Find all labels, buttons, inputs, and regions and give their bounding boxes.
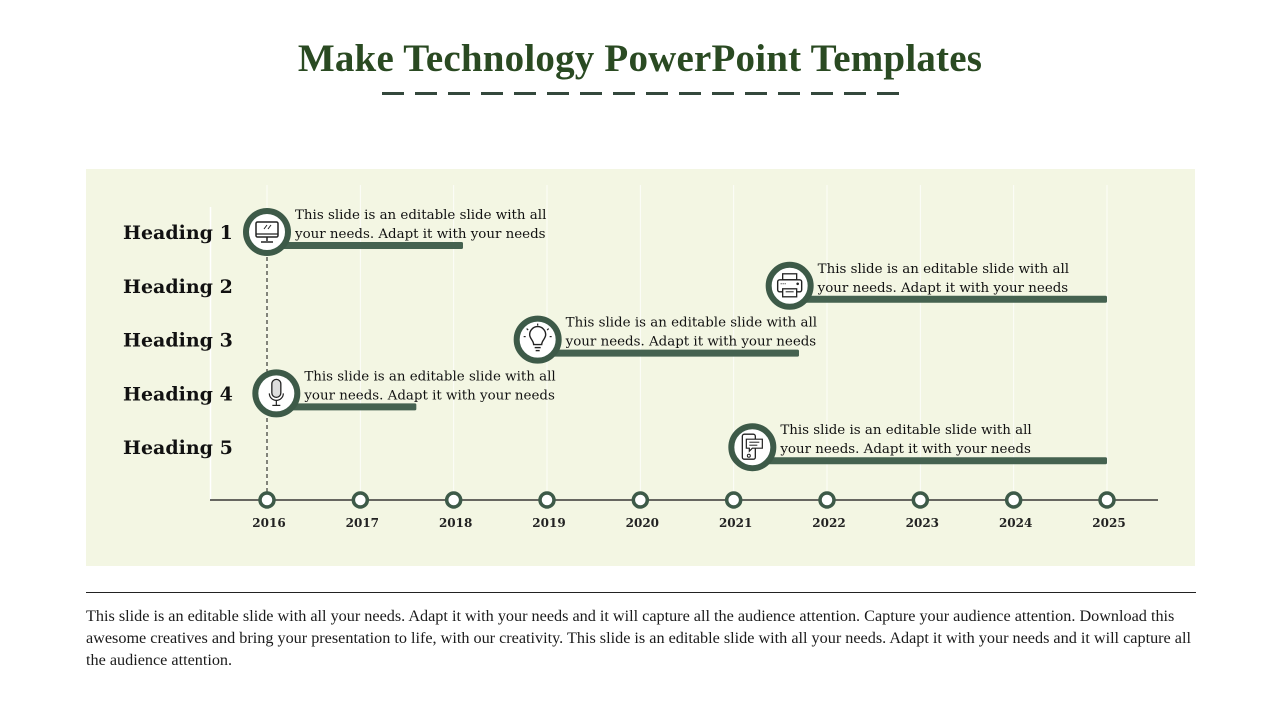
- year-label-2017: 2017: [346, 516, 379, 530]
- year-marker-2023: [911, 491, 930, 509]
- year-label-2016: 2016: [252, 516, 285, 530]
- duration-bar-5: [752, 457, 1107, 465]
- bar-description-2-line-1: This slide is an editable slide with all: [818, 262, 1069, 277]
- heading-label-2: Heading 2: [123, 276, 233, 298]
- year-marker-2024: [1004, 491, 1023, 509]
- timeline-row-4: Heading 4 This slide is an editable slide…: [123, 369, 556, 418]
- year-marker-2019: [538, 491, 556, 509]
- year-label-2018: 2018: [439, 516, 472, 530]
- year-label-2024: 2024: [999, 516, 1032, 530]
- bar-description-5-line-2: your needs. Adapt it with your needs: [779, 442, 1031, 457]
- separator-line: [86, 592, 1196, 593]
- duration-bar-3: [537, 349, 799, 357]
- heading-label-1: Heading 1: [123, 222, 233, 244]
- bar-description-2-line-2: your needs. Adapt it with your needs: [817, 281, 1069, 296]
- printer-tray: [782, 288, 798, 298]
- timeline-row-3: Heading 3 This slide is an editable slide…: [123, 315, 817, 364]
- timeline-row-2: Heading 2 This slide is an editable slide…: [123, 261, 1107, 310]
- bar-description-4-line-2: your needs. Adapt it with your needs: [303, 388, 555, 403]
- bar-description-3-line-1: This slide is an editable slide with all: [566, 316, 817, 331]
- year-label-2021: 2021: [719, 516, 752, 530]
- year-marker-2017: [351, 491, 370, 509]
- timeline-row-1: Heading 1 This slide is an editable slide…: [123, 208, 546, 256]
- duration-bar-2: [789, 295, 1107, 303]
- duration-bar-1: [267, 242, 463, 249]
- bar-description-4-line-1: This slide is an editable slide with all: [304, 369, 555, 384]
- year-marker-2020: [631, 491, 650, 509]
- year-marker-2018: [444, 491, 463, 509]
- year-marker-2025: [1098, 491, 1116, 509]
- heading-label-5: Heading 5: [123, 437, 233, 459]
- year-label-2019: 2019: [532, 516, 565, 530]
- timeline-row-5: Heading 5 This slide is an editable slide…: [123, 423, 1107, 472]
- year-label-2023: 2023: [906, 516, 939, 530]
- year-label-2020: 2020: [626, 516, 659, 530]
- icon-circle-1: [243, 208, 291, 256]
- heading-label-4: Heading 4: [123, 383, 233, 405]
- printer-dot: [796, 282, 799, 286]
- year-label-2022: 2022: [812, 516, 845, 530]
- heading-label-3: Heading 3: [123, 330, 233, 352]
- bar-description-1-line-2: your needs. Adapt it with your needs: [294, 227, 546, 242]
- mic-capsule: [271, 378, 282, 399]
- bar-description-5-line-1: This slide is an editable slide with all: [780, 423, 1031, 438]
- year-label-2025: 2025: [1092, 516, 1125, 530]
- footer-paragraph: This slide is an editable slide with all…: [86, 607, 1191, 669]
- bar-description-3-line-2: your needs. Adapt it with your needs: [565, 335, 817, 350]
- year-marker-2022: [818, 491, 836, 509]
- year-marker-2016: [258, 491, 276, 509]
- bar-description-1-line-1: This slide is an editable slide with all: [295, 208, 546, 223]
- icon-circle-2: [765, 261, 814, 310]
- year-marker-2021: [724, 491, 743, 509]
